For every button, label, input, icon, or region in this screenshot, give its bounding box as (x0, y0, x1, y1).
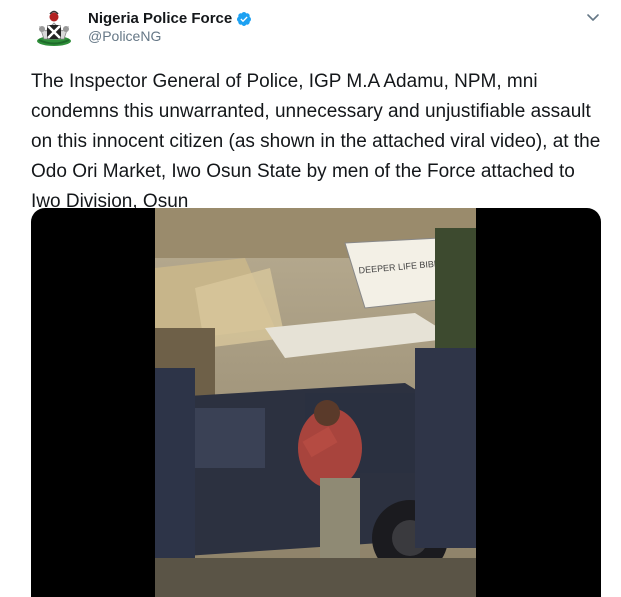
video-player[interactable]: DEEPER LIFE BIBLE CHURCH (31, 208, 601, 597)
police-crest-icon (30, 5, 78, 53)
tweet-card[interactable]: Nigeria Police Force @PoliceNG The Inspe… (0, 0, 621, 597)
video-frame[interactable]: DEEPER LIFE BIBLE CHURCH (155, 208, 476, 597)
video-thumbnail: DEEPER LIFE BIBLE CHURCH (155, 208, 476, 597)
verified-badge-icon (236, 11, 252, 27)
chevron-down-icon[interactable] (586, 10, 600, 24)
avatar[interactable] (30, 5, 78, 53)
display-name[interactable]: Nigeria Police Force (88, 10, 232, 27)
user-name-row[interactable]: Nigeria Police Force (88, 10, 252, 27)
tweet-text: The Inspector General of Police, IGP M.A… (31, 71, 601, 212)
user-handle[interactable]: @PoliceNG (88, 28, 161, 44)
